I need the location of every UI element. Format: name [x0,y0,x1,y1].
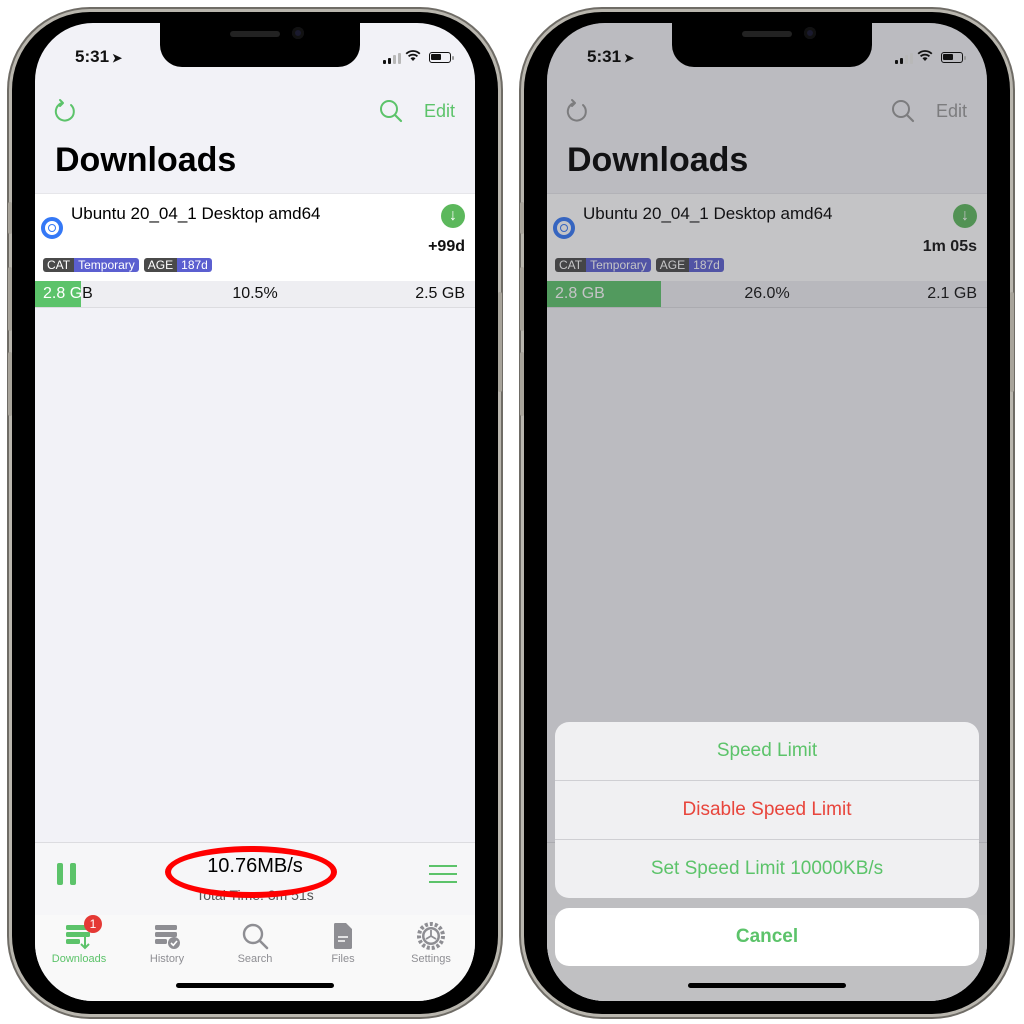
wifi-icon [405,49,421,65]
selection-radio-icon[interactable] [41,217,63,239]
mute-switch [520,202,524,234]
screen: 5:31 ➤ Edit Downloads Ubuntu 20_04_1 Desk… [35,23,475,1001]
phone-frame-right: 5:31 ➤ Edit Downloads Ubuntu 20_04_1 Desk… [520,12,1014,1014]
page-title: Downloads [55,141,237,179]
annotation-circle [165,846,337,898]
speed-limit-title[interactable]: Speed Limit [555,722,979,781]
downloads-badge: 1 [84,915,102,933]
download-eta: +99d [428,238,465,255]
cellular-signal-icon [383,53,401,64]
power-button [498,292,502,392]
history-icon [152,921,182,951]
tag-list: CAT Temporary AGE 187d [43,258,212,272]
speaker [742,31,792,37]
download-status-icon: ↓ [441,204,465,228]
progress-percent: 10.5% [232,285,278,302]
files-icon [328,921,358,951]
cellular-signal-icon [895,53,913,64]
download-row[interactable]: Ubuntu 20_04_1 Desktop amd64 ↓ +99d CAT T… [35,193,475,281]
battery-icon [429,52,454,63]
screen: 5:31 ➤ Edit Downloads Ubuntu 20_04_1 Desk… [547,23,987,1001]
wifi-icon [917,49,933,65]
action-sheet: Speed Limit Disable Speed Limit Set Spee… [555,722,979,898]
volume-up-button [520,267,524,331]
navigation-bar: Edit [35,93,475,133]
location-arrow-icon: ➤ [112,51,123,65]
cancel-button[interactable]: Cancel [555,908,979,966]
volume-up-button [8,267,12,331]
tab-bar: 1 Downloads History Search Files Setting… [35,915,475,1001]
refresh-icon[interactable] [51,97,79,125]
set-speed-limit-button[interactable]: Set Speed Limit 10000KB/s [555,840,979,898]
volume-down-button [8,352,12,416]
disable-speed-limit-button[interactable]: Disable Speed Limit [555,781,979,840]
notch [160,23,360,67]
search-icon[interactable] [377,97,405,125]
power-button [1010,292,1014,392]
download-name: Ubuntu 20_04_1 Desktop amd64 [71,204,321,223]
tab-history[interactable]: History [123,921,211,965]
tab-settings[interactable]: Settings [387,921,475,965]
battery-icon [941,52,966,63]
edit-button[interactable]: Edit [424,101,455,122]
status-time: 5:31 ➤ [75,47,123,66]
download-progress-bar: 2.8 GB 10.5% 2.5 GB [35,281,475,308]
tab-downloads[interactable]: 1 Downloads [35,915,123,965]
speed-toolbar: 10.76MB/s Total Time: 3m 51s [35,842,475,916]
mute-switch [8,202,12,234]
tag-category: CAT Temporary [43,258,139,272]
speaker [230,31,280,37]
volume-down-button [520,352,524,416]
tab-search[interactable]: Search [211,921,299,965]
downloads-icon: 1 [64,915,102,951]
camera [804,27,816,39]
home-indicator[interactable] [176,983,334,988]
camera [292,27,304,39]
remaining-size: 2.5 GB [415,285,465,302]
home-indicator[interactable] [688,983,846,988]
phone-frame-left: 5:31 ➤ Edit Downloads Ubuntu 20_04_1 Desk… [8,12,502,1014]
tab-files[interactable]: Files [299,921,387,965]
location-arrow-icon: ➤ [624,51,635,65]
notch [672,23,872,67]
menu-icon[interactable] [429,865,457,883]
status-time: 5:31 ➤ [587,47,635,66]
search-icon [240,921,270,951]
tag-age: AGE 187d [143,258,212,272]
settings-icon [416,921,446,951]
